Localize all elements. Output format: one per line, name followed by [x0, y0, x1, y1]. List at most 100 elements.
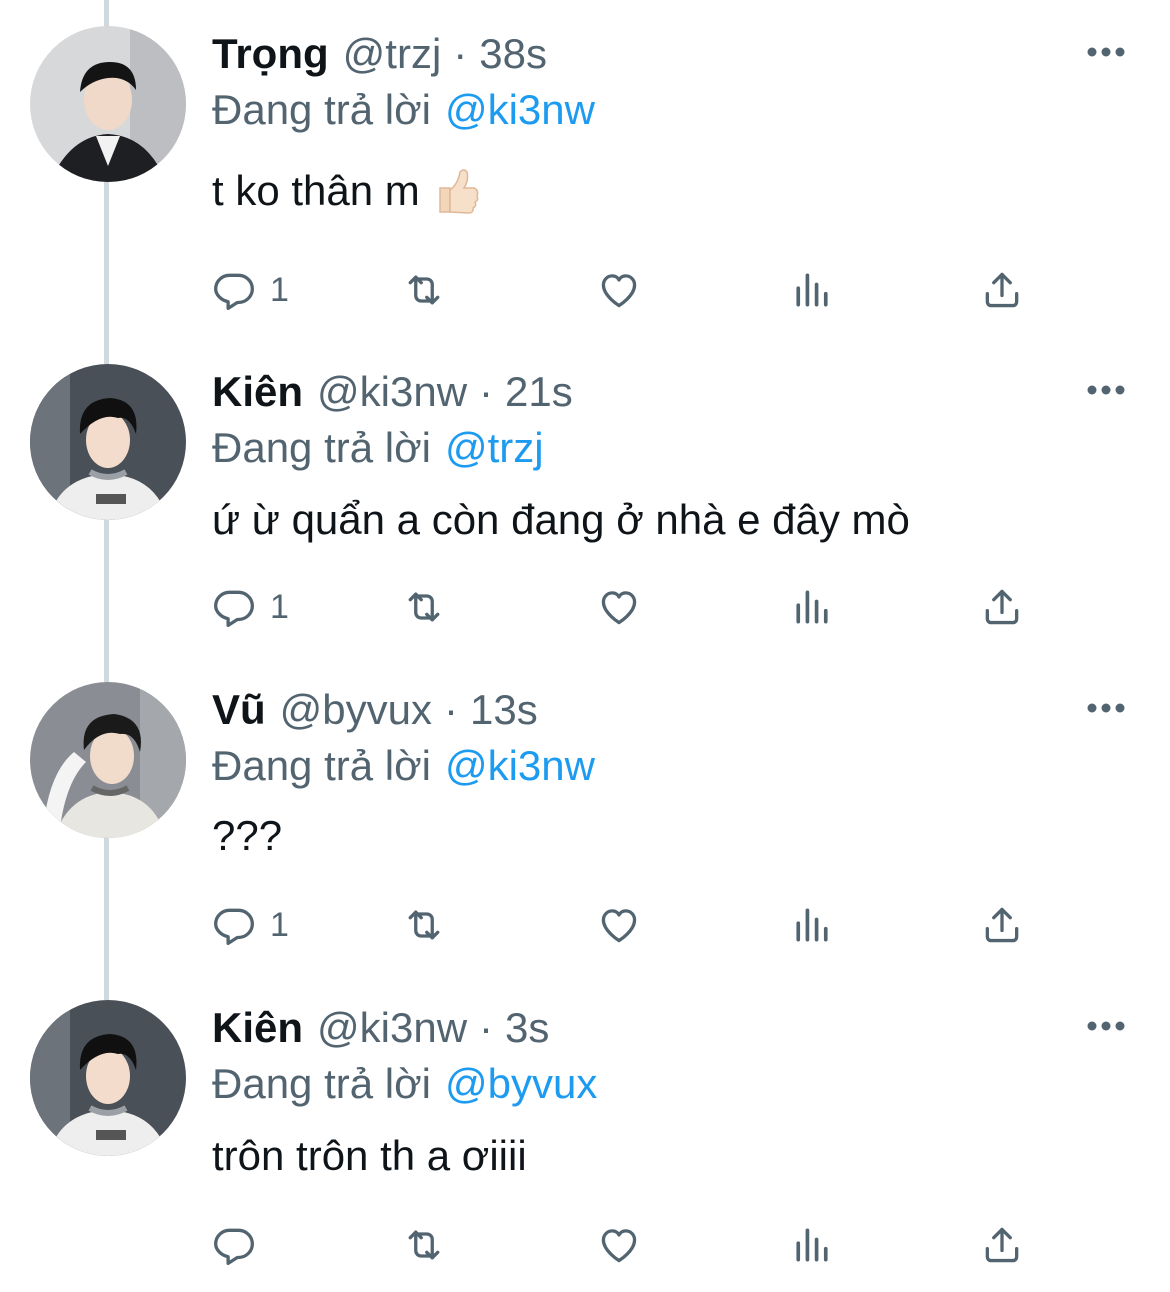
tweet-text-content: t ko thân m	[212, 167, 420, 214]
tweet-text: ???	[212, 812, 282, 860]
timestamp[interactable]: 13s	[470, 686, 538, 734]
reply-button[interactable]	[212, 1220, 270, 1270]
display-name[interactable]: Kiên	[212, 368, 303, 416]
reply-prefix: Đang trả lời	[212, 1060, 431, 1107]
tweet[interactable]: Kiên @ki3nw · 21s Đang trả lời @trzj ứ ừ …	[0, 338, 1170, 656]
reply-prefix: Đang trả lời	[212, 424, 431, 471]
display-name[interactable]: Kiên	[212, 1004, 303, 1052]
reply-icon	[214, 590, 254, 627]
like-button[interactable]	[597, 265, 641, 315]
views-icon	[796, 1228, 828, 1262]
timestamp[interactable]: 3s	[505, 1004, 549, 1052]
tweet[interactable]: Vũ @byvux · 13s Đang trả lời @ki3nw ??? 1	[0, 656, 1170, 974]
reply-button[interactable]: 1	[212, 900, 289, 950]
replying-to: Đang trả lời @byvux	[212, 1060, 597, 1108]
action-bar: 1	[212, 582, 1052, 632]
views-button[interactable]	[790, 265, 834, 315]
more-icon[interactable]	[1086, 45, 1126, 59]
separator-dot: ·	[444, 686, 459, 733]
avatar-image	[30, 364, 186, 520]
tweet[interactable]: Trọng @trzj · 38s Đang trả lời @ki3nw t k…	[0, 0, 1170, 318]
more-icon[interactable]	[1086, 1019, 1126, 1033]
avatar[interactable]	[30, 682, 186, 838]
tweet-header: Kiên @ki3nw · 21s	[212, 368, 573, 428]
avatar[interactable]	[30, 1000, 186, 1156]
retweet-icon	[408, 275, 440, 305]
retweet-icon	[408, 910, 440, 940]
more-icon[interactable]	[1086, 701, 1126, 715]
share-icon	[985, 589, 1019, 625]
views-icon	[796, 273, 828, 307]
heart-icon	[601, 909, 637, 943]
heart-icon	[601, 274, 637, 308]
reply-target-link[interactable]: @trzj	[445, 424, 544, 471]
heart-icon	[601, 1229, 637, 1263]
tweet-header: Kiên @ki3nw · 3s	[212, 1004, 549, 1064]
reply-target-link[interactable]: @byvux	[445, 1060, 597, 1107]
tweet[interactable]: Kiên @ki3nw · 3s Đang trả lời @byvux trôn…	[0, 974, 1170, 1292]
thumbs-up-emoji-icon	[439, 169, 479, 214]
like-button[interactable]	[597, 900, 641, 950]
replying-to: Đang trả lời @trzj	[212, 424, 544, 472]
retweet-icon	[408, 1230, 440, 1260]
action-bar	[212, 1220, 1052, 1270]
retweet-button[interactable]	[402, 1220, 446, 1270]
avatar[interactable]	[30, 364, 186, 520]
share-button[interactable]	[980, 265, 1024, 315]
reply-icon	[214, 908, 254, 945]
display-name[interactable]: Trọng	[212, 30, 329, 78]
tweet-text-content: trôn trôn th a ơiiii	[212, 1132, 527, 1179]
retweet-button[interactable]	[402, 265, 446, 315]
tweet-text: ứ ừ quẩn a còn đang ở nhà e đây mò	[212, 496, 910, 544]
avatar-image	[30, 682, 186, 838]
tweet-text: trôn trôn th a ơiiii	[212, 1132, 527, 1180]
reply-button[interactable]: 1	[212, 582, 289, 632]
replying-to: Đang trả lời @ki3nw	[212, 742, 595, 790]
share-button[interactable]	[980, 900, 1024, 950]
reply-target-link[interactable]: @ki3nw	[445, 86, 595, 133]
action-bar: 1	[212, 900, 1052, 950]
user-handle[interactable]: @trzj	[343, 30, 442, 78]
user-handle[interactable]: @ki3nw	[317, 1004, 467, 1052]
retweet-button[interactable]	[402, 582, 446, 632]
separator-dot: ·	[479, 368, 494, 415]
reply-count: 1	[270, 270, 289, 309]
share-button[interactable]	[980, 1220, 1024, 1270]
reply-button[interactable]: 1	[212, 265, 289, 315]
reply-count: 1	[270, 587, 289, 626]
retweet-button[interactable]	[402, 900, 446, 950]
tweet-header: Trọng @trzj · 38s	[212, 30, 547, 90]
reply-target-link[interactable]: @ki3nw	[445, 742, 595, 789]
display-name[interactable]: Vũ	[212, 686, 266, 734]
timestamp[interactable]: 38s	[479, 30, 547, 78]
reply-prefix: Đang trả lời	[212, 86, 431, 133]
replying-to: Đang trả lời @ki3nw	[212, 86, 595, 134]
user-handle[interactable]: @byvux	[280, 686, 432, 734]
separator-dot: ·	[479, 1004, 494, 1051]
share-icon	[985, 1227, 1019, 1263]
views-button[interactable]	[790, 900, 834, 950]
reply-icon	[214, 273, 254, 310]
like-button[interactable]	[597, 1220, 641, 1270]
reply-icon	[214, 1228, 254, 1265]
heart-icon	[601, 591, 637, 625]
reply-prefix: Đang trả lời	[212, 742, 431, 789]
views-icon	[796, 590, 828, 624]
share-button[interactable]	[980, 582, 1024, 632]
views-button[interactable]	[790, 582, 834, 632]
tweet-text-content: ???	[212, 812, 283, 859]
views-button[interactable]	[790, 1220, 834, 1270]
share-icon	[985, 272, 1019, 308]
retweet-icon	[408, 592, 440, 622]
timestamp[interactable]: 21s	[505, 368, 573, 416]
avatar-image	[30, 1000, 186, 1156]
more-icon[interactable]	[1086, 383, 1126, 397]
user-handle[interactable]: @ki3nw	[317, 368, 467, 416]
avatar[interactable]	[30, 26, 186, 182]
like-button[interactable]	[597, 582, 641, 632]
separator-dot: ·	[453, 30, 468, 77]
views-icon	[796, 908, 828, 942]
tweet-text-content: ứ ừ quẩn a còn đang ở nhà e đây mò	[212, 496, 910, 543]
tweet-text: t ko thân m	[212, 166, 480, 216]
action-bar: 1	[212, 265, 1052, 315]
